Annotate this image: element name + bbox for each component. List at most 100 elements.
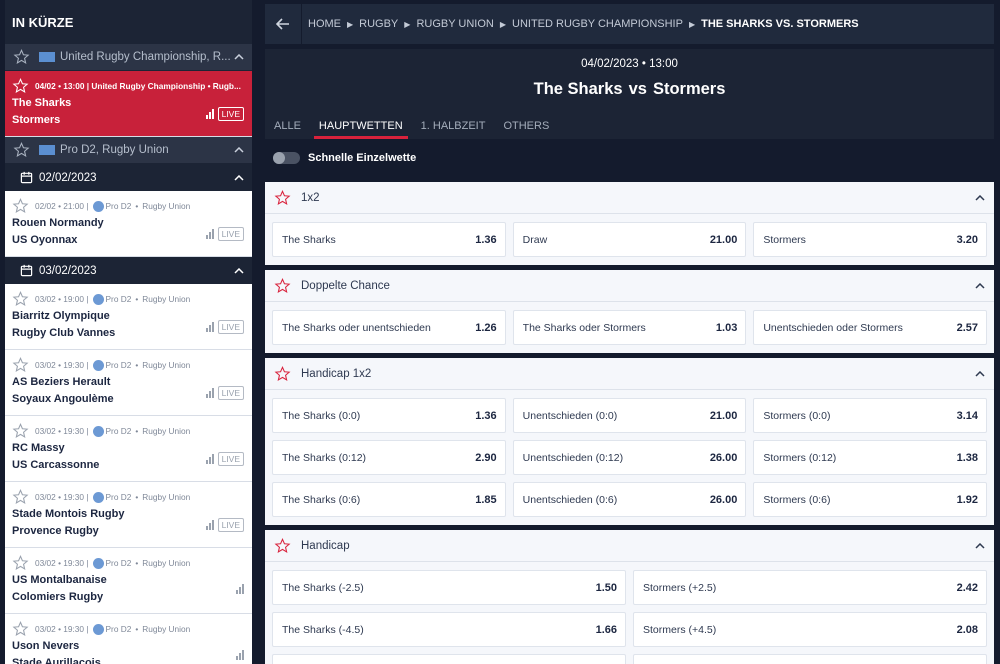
selection-name: The Sharks oder Stormers — [522, 321, 646, 334]
market-header[interactable]: 1x2 — [265, 182, 994, 214]
event-league: Pro D2 — [105, 201, 132, 211]
tab-1-halbzeit[interactable]: 1. HALBZEIT — [412, 112, 495, 139]
odds-button[interactable]: The Sharks (-2.5) 1.50 — [272, 570, 626, 605]
stats-icon[interactable] — [205, 322, 214, 332]
chevron-up-icon[interactable] — [975, 370, 985, 377]
star-icon[interactable] — [12, 198, 29, 214]
star-icon[interactable] — [12, 621, 29, 637]
stats-icon[interactable] — [205, 229, 214, 239]
odds-button[interactable]: Stormers (0:0) 3.14 — [753, 398, 988, 433]
event-item-active[interactable]: 04/02 • 13:00 | United Rugby Championshi… — [5, 71, 252, 137]
event-item[interactable]: 03/02 • 19:30 | Pro D2 • Rugby Union US Mont… — [5, 548, 252, 614]
odds-row: The Sharks 1.36 Draw 21.00 Stormers 3.20 — [265, 222, 994, 257]
event-time: 03/02 • 19:30 | — [35, 360, 89, 370]
markets-list: 1x2 The Sharks 1.36 Draw 21.00 Stormers 3.20 Do… — [265, 182, 994, 664]
event-league: Pro D2 — [105, 360, 132, 370]
chevron-up-icon[interactable] — [234, 147, 244, 153]
market-header[interactable]: Handicap — [265, 530, 994, 562]
breadcrumb-item[interactable]: UNITED RUGBY CHAMPIONSHIP — [512, 18, 683, 30]
chevron-up-icon[interactable] — [975, 282, 985, 289]
odds-button[interactable]: Stormers (+6.5)1.83 — [633, 654, 987, 664]
chevron-up-icon[interactable] — [975, 542, 985, 549]
star-icon[interactable] — [13, 49, 30, 65]
star-icon[interactable] — [274, 189, 291, 206]
chevron-up-icon[interactable] — [234, 54, 244, 60]
odds-button[interactable]: Stormers (+4.5) 2.08 — [633, 612, 987, 647]
odds-value: 1.66 — [595, 623, 617, 636]
odds-button[interactable]: The Sharks (-6.5)1.87 — [272, 654, 626, 664]
odds-button[interactable]: Unentschieden (0:6) 26.00 — [512, 482, 747, 517]
selection-name: Draw — [522, 233, 548, 246]
flag-icon — [39, 52, 55, 62]
stats-icon[interactable] — [205, 109, 214, 119]
odds-button[interactable]: The Sharks (0:0) 1.36 — [272, 398, 506, 433]
chevron-up-icon[interactable] — [234, 174, 244, 181]
event-item[interactable]: 03/02 • 19:30 | Pro D2 • Rugby Union AS Bezi… — [5, 350, 252, 416]
odds-button[interactable]: Unentschieden (0:0) 21.00 — [512, 398, 747, 433]
odds-button[interactable]: Stormers 3.20 — [753, 222, 988, 257]
star-icon[interactable] — [274, 365, 291, 382]
star-icon[interactable] — [12, 423, 29, 439]
event-item[interactable]: 02/02 • 21:00 | Pro D2 • Rugby Union Rouen N… — [5, 191, 252, 257]
breadcrumb-item[interactable]: HOME — [308, 18, 341, 30]
market-header[interactable]: Handicap 1x2 — [265, 358, 994, 390]
odds-button[interactable]: Unentschieden oder Stormers 2.57 — [753, 310, 988, 345]
selection-name: Stormers (0:6) — [763, 493, 831, 506]
live-badge[interactable]: LIVE — [217, 227, 244, 241]
stats-icon[interactable] — [236, 650, 244, 660]
event-meta: 04/02 • 13:00 | United Rugby Championshi… — [35, 81, 241, 91]
odds-button[interactable]: The Sharks (0:6) 1.85 — [272, 482, 506, 517]
star-icon[interactable] — [12, 78, 29, 94]
star-icon[interactable] — [12, 291, 29, 307]
live-badge[interactable]: LIVE — [217, 386, 244, 400]
date-header[interactable]: 02/02/2023 — [5, 164, 252, 191]
event-item[interactable]: 03/02 • 19:30 | Pro D2 • Rugby Union Stade M… — [5, 482, 252, 548]
odds-button[interactable]: The Sharks oder unentschieden 1.26 — [272, 310, 506, 345]
odds-button[interactable]: Draw 21.00 — [512, 222, 747, 257]
odds-button[interactable]: The Sharks 1.36 — [272, 222, 506, 257]
event-item[interactable]: 03/02 • 19:30 | Pro D2 • Rugby Union RC Mass… — [5, 416, 252, 482]
odds-button[interactable]: The Sharks (0:12) 2.90 — [272, 440, 506, 475]
star-icon[interactable] — [274, 537, 291, 554]
live-badge[interactable]: LIVE — [217, 518, 244, 532]
league-header-urc[interactable]: United Rugby Championship, R... — [5, 44, 252, 71]
meta-separator: • — [135, 558, 139, 568]
back-button[interactable] — [265, 4, 302, 44]
breadcrumb-separator-icon: ▶ — [404, 19, 411, 29]
tab-others[interactable]: OTHERS — [494, 112, 558, 139]
odds-button[interactable]: Unentschieden (0:12) 26.00 — [512, 440, 747, 475]
stats-icon[interactable] — [205, 388, 214, 398]
star-icon[interactable] — [12, 555, 29, 571]
odds-button[interactable]: Stormers (+2.5) 2.42 — [633, 570, 987, 605]
odds-button[interactable]: The Sharks oder Stormers 1.03 — [512, 310, 747, 345]
stats-icon[interactable] — [205, 520, 214, 530]
tab-hauptwetten[interactable]: HAUPTWETTEN — [310, 112, 412, 139]
date-header[interactable]: 03/02/2023 — [5, 257, 252, 284]
event-item[interactable]: 03/02 • 19:00 | Pro D2 • Rugby Union Biarrit… — [5, 284, 252, 350]
odds-row: The Sharks (0:6) 1.85 Unentschieden (0:6) 2… — [265, 482, 994, 517]
live-badge[interactable]: LIVE — [217, 107, 244, 121]
star-icon[interactable] — [13, 142, 30, 158]
odds-button[interactable]: The Sharks (-4.5) 1.66 — [272, 612, 626, 647]
event-item[interactable]: 03/02 • 19:30 | Pro D2 • Rugby Union Uson Ne… — [5, 614, 252, 664]
chevron-up-icon[interactable] — [975, 194, 985, 201]
league-header-prod2[interactable]: Pro D2, Rugby Union — [5, 137, 252, 164]
star-icon[interactable] — [12, 489, 29, 505]
tab-alle[interactable]: ALLE — [265, 112, 310, 139]
quick-bet-toggle[interactable] — [273, 152, 300, 164]
chevron-up-icon[interactable] — [234, 267, 244, 274]
star-icon[interactable] — [274, 277, 291, 294]
breadcrumb-item[interactable]: RUGBY — [359, 18, 398, 30]
market-header[interactable]: Doppelte Chance — [265, 270, 994, 302]
live-badge[interactable]: LIVE — [217, 452, 244, 466]
star-icon[interactable] — [12, 357, 29, 373]
live-badge[interactable]: LIVE — [217, 320, 244, 334]
stats-icon[interactable] — [236, 584, 244, 594]
event-league: Pro D2 — [105, 294, 132, 304]
breadcrumb-item[interactable]: RUGBY UNION — [416, 18, 493, 30]
odds-button[interactable]: Stormers (0:12) 1.38 — [753, 440, 988, 475]
stats-icon[interactable] — [205, 454, 214, 464]
odds-button[interactable]: Stormers (0:6) 1.92 — [753, 482, 988, 517]
odds-value: 1.85 — [475, 493, 497, 506]
globe-icon — [92, 623, 104, 635]
